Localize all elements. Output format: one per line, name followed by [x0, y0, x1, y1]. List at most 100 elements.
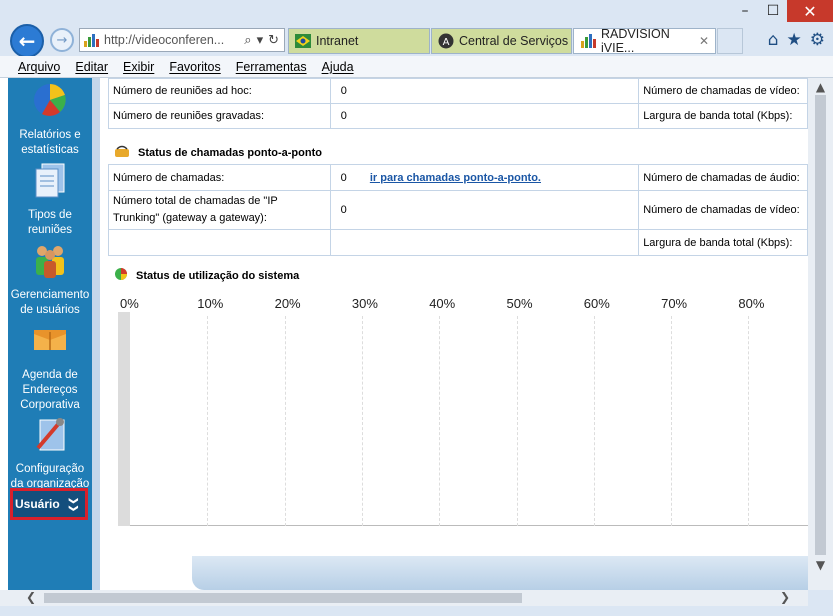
- main-content: Número de reuniões ad hoc: 0 Número de c…: [92, 78, 808, 590]
- row-label: Número de reuniões gravadas:: [108, 103, 331, 129]
- chart-gridline: [207, 316, 209, 526]
- tab-central-servicos[interactable]: A Central de Serviços: [431, 28, 572, 54]
- close-tab-icon[interactable]: ✕: [699, 34, 709, 48]
- menu-favoritos[interactable]: Favoritos: [169, 60, 220, 74]
- p2p-title-text: Status de chamadas ponto-a-ponto: [138, 146, 322, 159]
- row-label: Número total de chamadas de "IP Trunking…: [108, 190, 331, 230]
- x-tick-label: 70%: [661, 296, 688, 311]
- row-label: Número de chamadas:: [108, 164, 331, 191]
- address-book-icon: [30, 320, 70, 360]
- scroll-up-icon[interactable]: ▲: [808, 80, 833, 94]
- row-value-cell: 0 ir para chamadas ponto-a-ponto.: [329, 164, 640, 191]
- chart-gridline: [284, 316, 286, 526]
- row-value: 0: [329, 78, 640, 104]
- central-favicon-icon: A: [438, 33, 454, 49]
- user-label: Usuário: [15, 497, 60, 511]
- horizontal-scroll-thumb[interactable]: [44, 593, 522, 603]
- close-window-button[interactable]: ✕: [787, 0, 833, 22]
- p2p-calls-link[interactable]: ir para chamadas ponto-a-ponto.: [370, 172, 541, 184]
- table-row: Número de chamadas: 0 ir para chamadas p…: [108, 164, 808, 191]
- phones-icon: [114, 144, 130, 161]
- menu-ferramentas[interactable]: Ferramentas: [236, 60, 307, 74]
- svg-text:A: A: [443, 37, 450, 48]
- new-tab-button[interactable]: [717, 28, 743, 54]
- documents-icon: [30, 160, 70, 200]
- sidebar-user-button[interactable]: Usuário ❯❯: [10, 488, 88, 520]
- table-row: Número total de chamadas de "IP Trunking…: [108, 190, 808, 230]
- chart-plot-area: [130, 316, 808, 526]
- settings-gear-icon[interactable]: ⚙: [810, 30, 825, 50]
- users-icon: [30, 240, 70, 280]
- favorites-star-icon[interactable]: ★: [787, 30, 802, 50]
- expand-chevron-icon: ❯❯: [68, 496, 79, 512]
- sidebar-item-label: Gerenciamento de usuários: [10, 289, 90, 316]
- x-tick-label: 40%: [429, 296, 456, 311]
- row-label: [108, 229, 331, 256]
- sidebar-item-gerenciamento-usuarios[interactable]: Gerenciamento de usuários: [8, 240, 92, 318]
- maximize-button[interactable]: ☐: [759, 0, 787, 22]
- row-label: Número de reuniões ad hoc:: [108, 78, 331, 104]
- row-value: 0: [329, 103, 640, 129]
- tab-intranet[interactable]: Intranet: [288, 28, 430, 54]
- chart-gridline: [439, 316, 441, 526]
- usage-chart: 0% 10% 20% 30% 40% 50% 60% 70% 80%: [104, 274, 808, 534]
- row-value: [329, 229, 640, 256]
- row-right-label: Número de chamadas de vídeo:: [638, 78, 808, 104]
- address-url[interactable]: http://videoconferen...: [104, 33, 244, 47]
- scroll-right-icon[interactable]: ❯: [780, 590, 790, 604]
- sidebar-item-tipos-reunioes[interactable]: Tipos de reuniões: [8, 160, 92, 238]
- scroll-left-icon[interactable]: ❮: [26, 590, 36, 604]
- refresh-icon[interactable]: ↻: [268, 33, 279, 48]
- x-tick-label: 50%: [506, 296, 533, 311]
- horizontal-scrollbar[interactable]: ❮ ❯: [0, 590, 808, 606]
- search-icon[interactable]: ⌕: [244, 33, 251, 48]
- row-value: 0: [340, 171, 347, 184]
- table-row: Número de reuniões gravadas: 0 Largura d…: [108, 103, 808, 129]
- sidebar-item-label: Agenda de Endereços Corporativa: [20, 369, 80, 411]
- p2p-section-title: Status de chamadas ponto-a-ponto: [114, 144, 322, 161]
- menu-exibir[interactable]: Exibir: [123, 60, 154, 74]
- sidebar-item-configuracao-organizacao[interactable]: Configuração da organização: [8, 414, 92, 492]
- site-favicon-icon: [84, 33, 100, 47]
- x-tick-label: 80%: [738, 296, 765, 311]
- x-tick-label: 20%: [274, 296, 301, 311]
- sidebar: Relatórios e estatísticas Tipos de reuni…: [8, 78, 92, 590]
- address-dropdown-icon[interactable]: ▾: [257, 33, 264, 48]
- menu-editar[interactable]: Editar: [75, 60, 108, 74]
- forward-button[interactable]: →: [50, 28, 74, 52]
- sidebar-item-label: Tipos de reuniões: [27, 209, 73, 236]
- row-right-label: Largura de banda total (Kbps):: [638, 229, 808, 256]
- home-icon[interactable]: ⌂: [768, 30, 779, 50]
- vertical-scroll-thumb[interactable]: [815, 95, 826, 555]
- chart-gridline: [671, 316, 673, 526]
- back-button[interactable]: ←: [10, 24, 44, 58]
- x-tick-label: 10%: [197, 296, 224, 311]
- address-bar[interactable]: http://videoconferen... ⌕ ▾ ↻: [79, 28, 285, 52]
- row-right-label: Número de chamadas de áudio:: [638, 164, 808, 191]
- window-controls: – ☐ ✕: [731, 0, 833, 24]
- menu-ajuda[interactable]: Ajuda: [322, 60, 354, 74]
- table-row: Largura de banda total (Kbps):: [108, 229, 808, 256]
- minimize-button[interactable]: –: [731, 0, 759, 22]
- tab-label: Central de Serviços: [459, 34, 569, 48]
- intranet-favicon-icon: [295, 33, 311, 49]
- x-tick-label: 0%: [120, 296, 139, 311]
- scroll-down-icon[interactable]: ▼: [808, 558, 833, 572]
- x-tick-label: 30%: [351, 296, 378, 311]
- chart-gridline: [361, 316, 363, 526]
- sidebar-item-agenda-enderecos[interactable]: Agenda de Endereços Corporativa: [8, 320, 92, 413]
- tools-icon: [30, 414, 70, 454]
- sidebar-item-label: Relatórios e estatísticas: [19, 129, 81, 156]
- tab-label: RADVISION iVIE...: [601, 27, 670, 55]
- sidebar-item-relatorios[interactable]: Relatórios e estatísticas: [8, 80, 92, 158]
- row-value: 0: [329, 190, 640, 230]
- menu-arquivo[interactable]: Arquivo: [18, 60, 60, 74]
- x-tick-label: 60%: [583, 296, 610, 311]
- table-row: Número de reuniões ad hoc: 0 Número de c…: [108, 78, 808, 104]
- tab-radvision[interactable]: RADVISION iVIE... ✕: [573, 27, 716, 55]
- vertical-scrollbar[interactable]: ▲ ▼: [808, 78, 833, 590]
- chart-gridline: [748, 316, 750, 526]
- row-right-label: Número de chamadas de vídeo:: [638, 190, 808, 230]
- tab-label: Intranet: [316, 34, 359, 48]
- menu-bar: Arquivo Editar Exibir Favoritos Ferramen…: [0, 56, 833, 78]
